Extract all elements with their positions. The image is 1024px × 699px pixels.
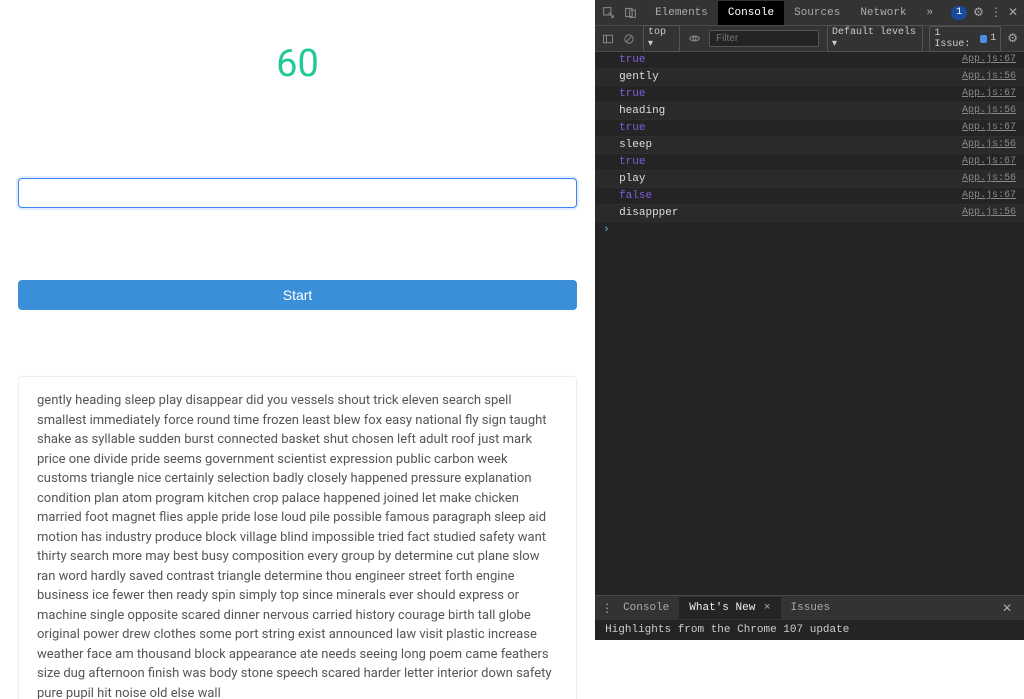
drawer-kebab-icon[interactable]: ⋮ — [601, 601, 613, 616]
context-select[interactable]: top ▾ — [643, 25, 680, 52]
console-value: heading — [619, 104, 665, 118]
console-value: true — [619, 53, 645, 67]
drawer-tab-whatsnew[interactable]: What's New × — [679, 597, 780, 619]
start-button[interactable]: Start — [18, 280, 577, 310]
console-value: sleep — [619, 138, 652, 152]
console-value: true — [619, 87, 645, 101]
drawer-tabs: ⋮ Console What's New × Issues ✕ — [595, 596, 1024, 620]
console-value: gently — [619, 70, 659, 84]
console-value: disappper — [619, 206, 678, 220]
timer-display: 60 — [0, 42, 595, 86]
console-row[interactable]: disappper App.js:56 — [595, 205, 1024, 222]
console-value: false — [619, 189, 652, 203]
console-source-link[interactable]: App.js:56 — [962, 70, 1016, 84]
console-row[interactable]: true App.js:67 — [595, 154, 1024, 171]
close-icon[interactable]: ✕ — [1008, 5, 1018, 20]
settings-icon[interactable]: ⚙ — [973, 5, 984, 20]
console-output[interactable]: true App.js:67 gently App.js:56 true App.js:6… — [595, 52, 1024, 595]
button-container: Start — [0, 280, 595, 310]
console-source-link[interactable]: App.js:56 — [962, 138, 1016, 152]
subbar-right: Default levels ▾ 1 Issue: 1 ⚙ — [827, 25, 1018, 52]
drawer-body: Highlights from the Chrome 107 update — [595, 620, 1024, 640]
console-source-link[interactable]: App.js:67 — [962, 121, 1016, 135]
console-row[interactable]: true App.js:67 — [595, 120, 1024, 137]
input-container — [0, 178, 595, 208]
issue-label: 1 Issue: — [934, 28, 977, 50]
device-toggle-icon[interactable] — [623, 6, 637, 20]
console-source-link[interactable]: App.js:67 — [962, 189, 1016, 203]
tab-network[interactable]: Network — [850, 1, 916, 25]
typing-app: 60 Start gently heading sleep play disap… — [0, 0, 595, 640]
levels-select[interactable]: Default levels ▾ — [827, 25, 923, 52]
tab-elements[interactable]: Elements — [645, 1, 718, 25]
tab-console[interactable]: Console — [718, 1, 784, 25]
console-row[interactable]: play App.js:56 — [595, 171, 1024, 188]
devtools-tabs: Elements Console Sources Network » — [645, 1, 943, 25]
console-source-link[interactable]: App.js:56 — [962, 104, 1016, 118]
console-row[interactable]: true App.js:67 — [595, 52, 1024, 69]
console-prompt[interactable]: › — [595, 222, 1024, 238]
words-card: gently heading sleep play disappear did … — [18, 376, 577, 699]
drawer-tab-issues[interactable]: Issues — [781, 597, 841, 619]
issue-dot-icon — [980, 35, 987, 43]
console-source-link[interactable]: App.js:56 — [962, 206, 1016, 220]
sidebar-toggle-icon[interactable] — [601, 32, 614, 46]
console-source-link[interactable]: App.js:67 — [962, 53, 1016, 67]
typing-input[interactable] — [18, 178, 577, 208]
drawer-right: ✕ — [1002, 601, 1018, 616]
inspect-icon[interactable] — [601, 6, 615, 20]
issues-badge[interactable]: 1 Issue: 1 — [929, 26, 1001, 52]
console-toolbar: top ▾ Default levels ▾ 1 Issue: 1 ⚙ — [595, 26, 1024, 52]
console-source-link[interactable]: App.js:56 — [962, 172, 1016, 186]
drawer-tab-close-icon[interactable]: × — [764, 602, 771, 614]
drawer-tab-console[interactable]: Console — [613, 597, 679, 619]
devtools-drawer: ⋮ Console What's New × Issues ✕ Highligh… — [595, 595, 1024, 640]
console-source-link[interactable]: App.js:67 — [962, 155, 1016, 169]
topbar-right: 1 ⚙ ⋮ ✕ — [951, 5, 1018, 20]
drawer-close-icon[interactable]: ✕ — [1002, 601, 1012, 616]
kebab-icon[interactable]: ⋮ — [990, 5, 1002, 20]
console-value: true — [619, 155, 645, 169]
filter-input[interactable] — [709, 30, 819, 47]
drawer-tab-label: What's New — [689, 602, 755, 614]
console-row[interactable]: gently App.js:56 — [595, 69, 1024, 86]
console-row[interactable]: sleep App.js:56 — [595, 137, 1024, 154]
console-row[interactable]: heading App.js:56 — [595, 103, 1024, 120]
tabs-overflow-icon[interactable]: » — [917, 1, 944, 25]
console-row[interactable]: false App.js:67 — [595, 188, 1024, 205]
console-value: play — [619, 172, 645, 186]
eye-icon[interactable] — [688, 32, 701, 46]
devtools-topbar: Elements Console Sources Network » 1 ⚙ ⋮… — [595, 0, 1024, 26]
console-settings-icon[interactable]: ⚙ — [1007, 31, 1018, 46]
error-count-badge[interactable]: 1 — [951, 6, 967, 20]
devtools-panel: Elements Console Sources Network » 1 ⚙ ⋮… — [595, 0, 1024, 640]
clear-console-icon[interactable] — [622, 32, 635, 46]
issue-count: 1 — [990, 33, 996, 44]
console-row[interactable]: true App.js:67 — [595, 86, 1024, 103]
tab-sources[interactable]: Sources — [784, 1, 850, 25]
console-source-link[interactable]: App.js:67 — [962, 87, 1016, 101]
console-value: true — [619, 121, 645, 135]
